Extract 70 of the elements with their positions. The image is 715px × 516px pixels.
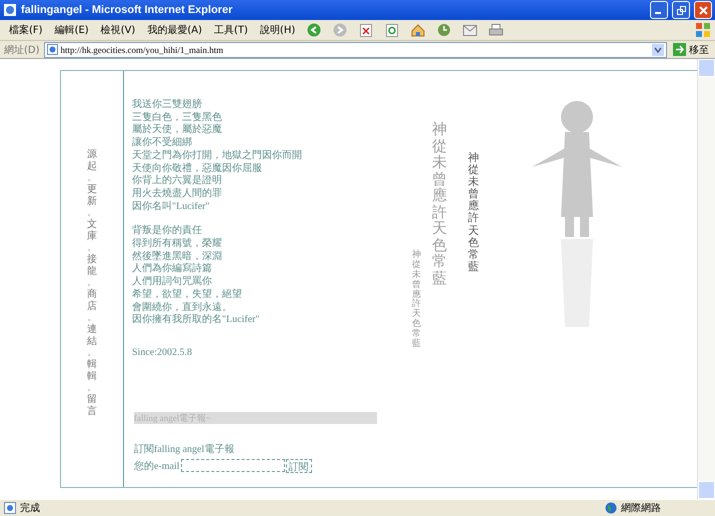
- separator-mark: 。: [87, 382, 97, 394]
- poem-line: 人們用詞句咒罵你: [132, 276, 213, 288]
- address-label: 網址(D): [4, 44, 40, 56]
- restore-button[interactable]: [672, 1, 690, 19]
- subscribe-button[interactable]: 訂閱: [286, 458, 312, 473]
- vertical-text: 神從未曾應許天色常藍: [468, 152, 479, 273]
- separator-mark: 。: [87, 277, 97, 288]
- arrow-icon: [673, 43, 686, 56]
- vertical-text: 神從未曾應許天色常藍: [432, 121, 447, 286]
- menu-item[interactable]: 編輯(E): [50, 23, 94, 37]
- close-button[interactable]: [694, 1, 712, 19]
- poem-line: 讓你不受細綁: [132, 137, 193, 150]
- poem-line: 天堂之門為你打開，地獄之門因你而開: [132, 150, 303, 162]
- globe-icon: [605, 502, 617, 514]
- vertical-text: 神從未曾應許天色常藍: [412, 251, 421, 350]
- poem-line: 會圍繞你，直到永遠。: [132, 302, 233, 314]
- nav-link[interactable]: 源起: [87, 149, 97, 172]
- email-field[interactable]: [180, 459, 285, 472]
- poem-line: 得到所有稱號，榮耀: [132, 238, 223, 250]
- back-icon[interactable]: [307, 23, 322, 37]
- nav-link[interactable]: 商店: [87, 289, 97, 312]
- menu-item[interactable]: 工具(T): [209, 23, 253, 37]
- minimize-button[interactable]: [650, 1, 668, 19]
- menu-item[interactable]: 檢視(V): [96, 23, 140, 37]
- page-icon: [46, 44, 58, 55]
- poem-line: 我送你三雙翅膀: [132, 99, 203, 112]
- separator-mark: 。: [87, 172, 97, 184]
- menu-item[interactable]: 我的最愛(A): [142, 23, 207, 37]
- separator-mark: 。: [87, 312, 97, 324]
- mail-icon[interactable]: [463, 23, 478, 37]
- go-button[interactable]: 移至: [671, 42, 711, 56]
- restore-icon: [676, 6, 686, 14]
- separator-mark: 。: [87, 207, 97, 218]
- scrollbar[interactable]: [697, 59, 715, 499]
- menu-item[interactable]: 說明(H): [254, 23, 300, 37]
- separator-mark: 。: [87, 242, 97, 254]
- window-title: fallingangel - Microsoft Internet Explorer: [21, 4, 234, 16]
- poem-line: 因你名叫"Lucifer": [132, 200, 211, 214]
- home-icon[interactable]: [411, 23, 426, 37]
- nav-link[interactable]: 文庫: [87, 219, 97, 242]
- page-icon: [4, 502, 16, 514]
- poem-line: 然後墜進黑暗，深淵: [132, 250, 223, 262]
- separator-mark: 。: [87, 347, 97, 359]
- page-icon: [3, 3, 17, 17]
- poem-line: 三隻白色，三隻黑色: [132, 112, 223, 124]
- stop-icon[interactable]: [359, 23, 374, 37]
- poem-line: 希望，欲望，失望，絕望: [132, 288, 243, 302]
- printer-icon[interactable]: [489, 23, 504, 37]
- forward-icon[interactable]: [333, 23, 348, 37]
- close-icon: [698, 6, 708, 14]
- poem-line: 人們為你編寫詩篇: [132, 263, 213, 276]
- nav-link[interactable]: 輯輯: [87, 359, 97, 382]
- address-field[interactable]: http://hk.geocities.com/you_hihi/1_main.htm: [44, 42, 667, 58]
- nav-link[interactable]: 更新: [87, 184, 97, 207]
- zone-text: 網際網路: [621, 502, 662, 515]
- subscribe-title: 訂閱falling angel電子報: [134, 442, 236, 456]
- poem-line: 屬於天使，屬於惡魔: [132, 124, 223, 136]
- nav-link[interactable]: 接龍: [87, 254, 97, 277]
- status-text: 完成: [20, 502, 41, 515]
- poem-line: 用火去燒盡人間的罪: [132, 188, 223, 200]
- nav-link[interactable]: 連結: [87, 324, 97, 347]
- poem-line: 因你擁有我所取的名"Lucifer": [132, 314, 261, 327]
- poem-line: 背叛是你的責任: [132, 225, 203, 238]
- poem-line: 天使向你敬禮，惡魔因你屈服: [132, 162, 263, 174]
- email-label: 您的e-mail: [134, 460, 180, 473]
- nav-link[interactable]: 留言: [87, 394, 97, 417]
- poem-line: 你背上的六翼是證明: [132, 175, 223, 188]
- since-date: Since:2002.5.8: [132, 346, 193, 358]
- windows-logo-icon: [695, 22, 711, 38]
- menu-item[interactable]: 檔案(F): [4, 23, 48, 37]
